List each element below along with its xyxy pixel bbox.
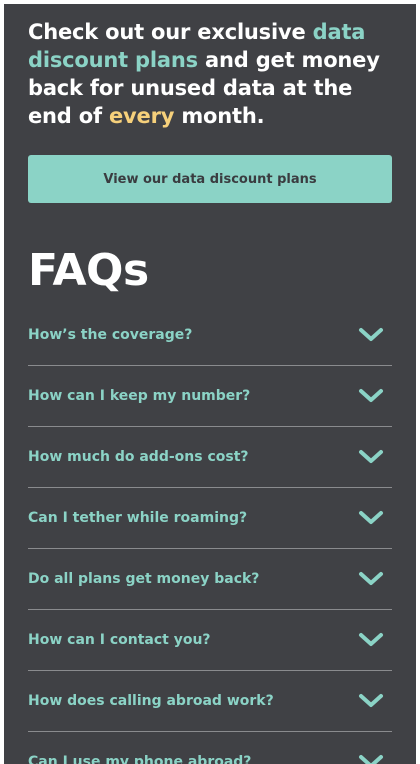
faq-item[interactable]: Can I use my phone abroad? xyxy=(28,732,392,764)
faq-question: How does calling abroad work? xyxy=(28,693,274,709)
faq-question: How much do add-ons cost? xyxy=(28,449,249,465)
promo-highlight-every: every xyxy=(109,104,175,128)
faq-item[interactable]: How can I contact you? xyxy=(28,610,392,671)
faq-item[interactable]: How can I keep my number? xyxy=(28,366,392,427)
chevron-down-icon xyxy=(359,572,383,585)
faq-heading: FAQs xyxy=(28,245,149,296)
promo-text-part-1: Check out our exclusive xyxy=(28,20,313,44)
faq-question: How can I contact you? xyxy=(28,632,211,648)
chevron-down-icon xyxy=(359,450,383,463)
promo-text-part-3: month. xyxy=(174,104,265,128)
page-frame: Check out our exclusive data discount pl… xyxy=(4,4,416,764)
faq-question: Do all plans get money back? xyxy=(28,571,260,587)
faq-item[interactable]: How much do add-ons cost? xyxy=(28,427,392,488)
chevron-down-icon xyxy=(359,755,383,764)
faq-question: Can I use my phone abroad? xyxy=(28,754,252,764)
chevron-down-icon xyxy=(359,694,383,707)
chevron-down-icon xyxy=(359,328,383,341)
faq-question: How’s the coverage? xyxy=(28,327,193,343)
view-discount-plans-button[interactable]: View our data discount plans xyxy=(28,155,392,203)
faq-question: How can I keep my number? xyxy=(28,388,251,404)
chevron-down-icon xyxy=(359,389,383,402)
chevron-down-icon xyxy=(359,511,383,524)
faq-item[interactable]: Can I tether while roaming? xyxy=(28,488,392,549)
chevron-down-icon xyxy=(359,633,383,646)
faq-list: How’s the coverage? How can I keep my nu… xyxy=(28,305,392,764)
faq-item[interactable]: How’s the coverage? xyxy=(28,305,392,366)
faq-question: Can I tether while roaming? xyxy=(28,510,248,526)
faq-item[interactable]: Do all plans get money back? xyxy=(28,549,392,610)
faq-item[interactable]: How does calling abroad work? xyxy=(28,671,392,732)
promo-text: Check out our exclusive data discount pl… xyxy=(28,18,392,130)
